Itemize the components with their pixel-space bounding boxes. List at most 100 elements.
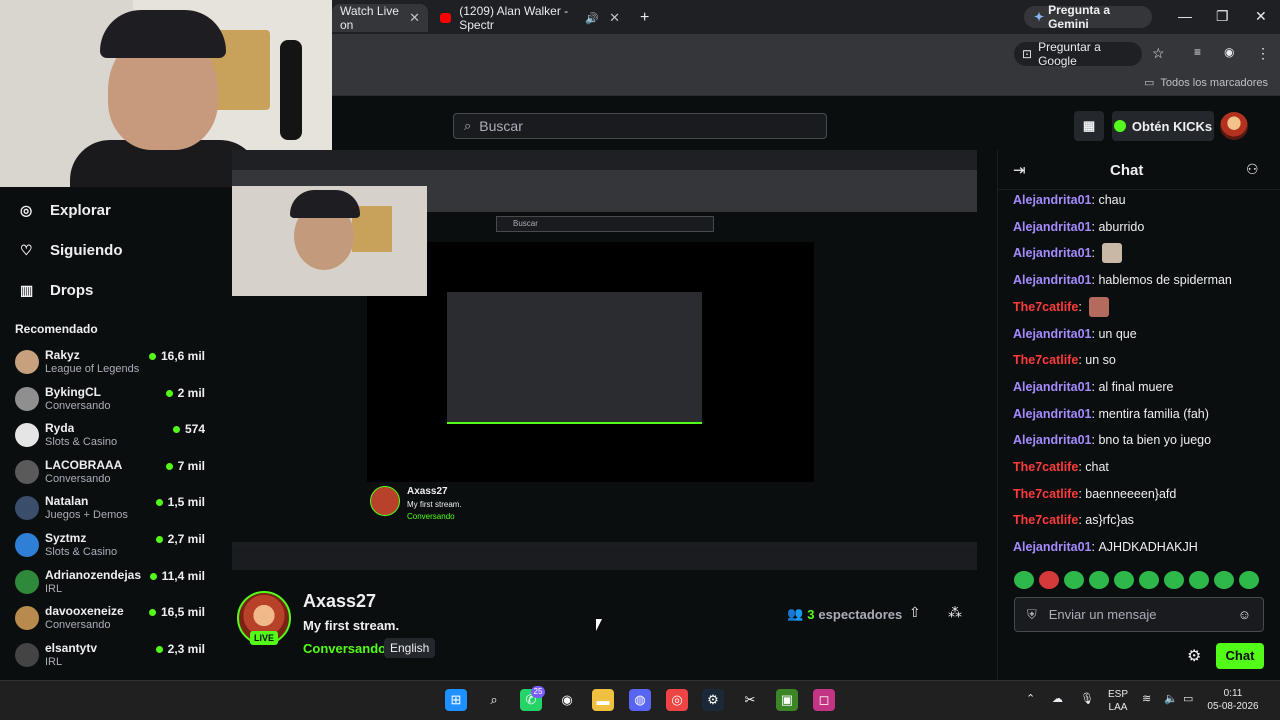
minimize-icon[interactable]: —: [1178, 8, 1192, 24]
chevron-up-icon[interactable]: ⌃: [1026, 692, 1035, 705]
wifi-icon[interactable]: ≋: [1142, 692, 1151, 705]
share-icon[interactable]: ⇧: [909, 604, 921, 621]
gear-icon[interactable]: ⚙: [1187, 646, 1201, 666]
collapse-chat-icon[interactable]: ⇥: [1013, 161, 1026, 179]
stream-category[interactable]: Conversando: [303, 641, 386, 656]
chat-username[interactable]: Alejandrita01: [1013, 220, 1092, 234]
cloud-icon[interactable]: ☁: [1052, 692, 1063, 705]
chat-username[interactable]: The7catlife: [1013, 353, 1078, 367]
emote-button[interactable]: [1189, 571, 1209, 589]
chat-input-placeholder: Enviar un mensaje: [1048, 607, 1157, 622]
search-icon[interactable]: ⌕: [483, 689, 505, 711]
chat-username[interactable]: Alejandrita01: [1013, 540, 1092, 554]
star-icon[interactable]: ☆: [1152, 45, 1165, 62]
chat-username[interactable]: The7catlife: [1013, 300, 1078, 314]
store-icon[interactable]: ▦: [1074, 111, 1104, 141]
user-avatar[interactable]: [1220, 112, 1248, 140]
chat-input[interactable]: ⛨ Enviar un mensaje ☺: [1014, 597, 1264, 632]
rec-stream-category: Conversando: [407, 512, 455, 521]
emote-button[interactable]: [1239, 571, 1259, 589]
sidebar-channel[interactable]: LACOBRAAA Conversando 7 mil: [15, 458, 205, 488]
sidebar-channel[interactable]: elsantytv IRL 2,3 mil: [15, 641, 205, 671]
chat-username[interactable]: Alejandrita01: [1013, 433, 1092, 447]
chat-users-icon[interactable]: ⚇: [1246, 161, 1259, 178]
search-input[interactable]: ⌕ Buscar: [453, 113, 827, 139]
tab-watch-live[interactable]: Watch Live on ✕: [332, 4, 428, 32]
sidebar-item-explorar[interactable]: ◎ Explorar: [20, 202, 111, 219]
maximize-icon[interactable]: ❐: [1216, 8, 1229, 25]
nav-label: Siguiendo: [50, 242, 123, 259]
instagram-icon[interactable]: ◻: [813, 689, 835, 711]
emote-button[interactable]: [1089, 571, 1109, 589]
folder-icon[interactable]: ▬: [592, 689, 614, 711]
speaker-icon[interactable]: 🔊: [585, 12, 599, 25]
more-menu-icon[interactable]: ⋮: [1256, 45, 1270, 62]
clock[interactable]: 0:11 05-08-2026: [1198, 687, 1268, 713]
close-window-icon[interactable]: ✕: [1255, 8, 1267, 25]
chat-username[interactable]: Alejandrita01: [1013, 327, 1092, 341]
sidebar-item-siguiendo[interactable]: ♡ Siguiendo: [20, 242, 123, 259]
chat-username[interactable]: Alejandrita01: [1013, 273, 1092, 287]
tab-alan-walker[interactable]: (1209) Alan Walker - Spectr 🔊 ✕: [432, 4, 628, 32]
emote-button[interactable]: [1214, 571, 1234, 589]
sidebar-item-drops[interactable]: ▥ Drops: [20, 282, 93, 299]
rec-webcam: [232, 186, 427, 296]
chrome-icon[interactable]: ◎: [666, 689, 688, 711]
emote-button[interactable]: [1039, 571, 1059, 589]
capcut-icon[interactable]: ✂: [739, 689, 761, 711]
chat-username[interactable]: Alejandrita01: [1013, 380, 1092, 394]
follow-icon[interactable]: ⁂: [948, 604, 962, 621]
language-indicator[interactable]: ESP LAA: [1108, 688, 1128, 714]
chat-username[interactable]: The7catlife: [1013, 487, 1078, 501]
obs-icon[interactable]: ◉: [556, 689, 578, 711]
streamer-name[interactable]: Axass27: [303, 591, 376, 612]
gemini-button[interactable]: ✦ Pregunta a Gemini: [1024, 3, 1152, 31]
media-icon[interactable]: ≡: [1194, 45, 1201, 59]
viewer-number: 574: [184, 422, 205, 436]
windows-start-icon[interactable]: ⊞: [445, 689, 467, 711]
get-kicks-button[interactable]: Obtén KICKs: [1112, 111, 1214, 141]
tab-label: (1209) Alan Walker - Spectr: [459, 4, 569, 32]
all-bookmarks[interactable]: ▭ Todos los marcadores: [1144, 76, 1268, 90]
send-chat-button[interactable]: Chat: [1216, 643, 1264, 669]
stream-tag[interactable]: English: [384, 638, 436, 658]
emote-button[interactable]: [1164, 571, 1184, 589]
close-icon[interactable]: ✕: [609, 10, 620, 26]
close-icon[interactable]: ✕: [409, 10, 420, 26]
video-player[interactable]: Buscar Axass27 My first stream. Conversa…: [232, 150, 977, 570]
chat-username[interactable]: Alejandrita01: [1013, 193, 1092, 207]
chat-username[interactable]: Alejandrita01: [1013, 246, 1092, 260]
channel-viewers: 7 mil: [165, 459, 205, 473]
sidebar-channel[interactable]: Natalan Juegos + Demos 1,5 mil: [15, 494, 205, 524]
live-dot-icon: [155, 535, 163, 543]
chat-username[interactable]: The7catlife: [1013, 513, 1078, 527]
channel-name: BykingCL: [45, 385, 102, 399]
emote-button[interactable]: [1139, 571, 1159, 589]
steam-icon[interactable]: ⚙: [702, 689, 724, 711]
sidebar-channel[interactable]: Syztmz Slots & Casino 2,7 mil: [15, 531, 205, 561]
volume-icon[interactable]: 🔈: [1164, 692, 1178, 705]
chat-username[interactable]: Alejandrita01: [1013, 407, 1092, 421]
emote-button[interactable]: [1064, 571, 1084, 589]
minecraft-icon[interactable]: ▣: [776, 689, 798, 711]
viewer-number: 2,7 mil: [167, 532, 205, 546]
battery-icon[interactable]: ▭: [1183, 692, 1193, 705]
ask-google-button[interactable]: ⊡ Preguntar a Google: [1014, 40, 1142, 68]
emote-button[interactable]: [1014, 571, 1034, 589]
profile-icon[interactable]: ◉: [1224, 45, 1234, 59]
emoji-icon[interactable]: ☺: [1238, 607, 1251, 622]
sidebar-channel[interactable]: Ryda Slots & Casino 574: [15, 421, 205, 451]
gemini-label: Pregunta a Gemini: [1048, 3, 1111, 31]
emote-image: [1089, 297, 1110, 317]
emote-button[interactable]: [1114, 571, 1134, 589]
chat-message: Alejandrita01: chau: [1013, 190, 1126, 210]
sidebar-channel[interactable]: Adrianozendejas IRL 11,4 mil: [15, 568, 205, 598]
chat-username[interactable]: The7catlife: [1013, 460, 1078, 474]
new-tab-button[interactable]: +: [632, 4, 652, 32]
sidebar-channel[interactable]: davooxeneize Conversando 16,5 mil: [15, 604, 205, 634]
discord-icon[interactable]: ◍: [629, 689, 651, 711]
microphone-icon[interactable]: 🎙: [1080, 692, 1094, 705]
sidebar-channel[interactable]: Rakyz League of Legends 16,6 mil: [15, 348, 205, 378]
sidebar-channel[interactable]: BykingCL Conversando 2 mil: [15, 385, 205, 415]
recursive-capture: Buscar Axass27 My first stream. Conversa…: [232, 150, 977, 570]
